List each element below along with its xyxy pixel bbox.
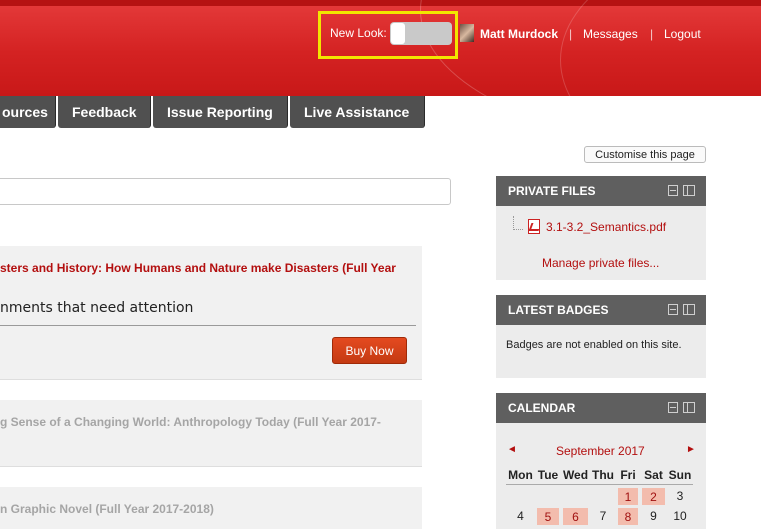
- header-separator: |: [650, 27, 654, 41]
- minimize-icon[interactable]: [668, 402, 678, 413]
- course-card: sters and History: How Humans and Nature…: [0, 246, 422, 380]
- private-file-link[interactable]: 3.1-3.2_Semantics.pdf: [546, 220, 666, 234]
- calendar-day-event[interactable]: 2: [642, 488, 665, 505]
- minimize-icon[interactable]: [668, 304, 678, 315]
- dock-icon[interactable]: [683, 185, 695, 196]
- pdf-file-icon: [528, 219, 540, 234]
- assignments-notice[interactable]: nments that need attention: [0, 300, 193, 316]
- new-look-label: New Look:: [330, 26, 387, 40]
- nav-tab-issue-reporting[interactable]: Issue Reporting: [153, 96, 288, 128]
- nav-tab-label: Live Assistance: [304, 104, 410, 120]
- weekday-header: Tue: [535, 466, 561, 485]
- course-card: g Sense of a Changing World: Anthropolog…: [0, 400, 422, 467]
- calendar-day: [506, 486, 535, 506]
- calendar-day-event[interactable]: 6: [563, 508, 588, 525]
- calendar-day: 4: [517, 509, 524, 523]
- new-look-toggle[interactable]: [390, 22, 452, 45]
- nav-tab-resources[interactable]: ources: [0, 96, 56, 128]
- nav-tab-live-assistance[interactable]: Live Assistance: [290, 96, 425, 128]
- customise-page-button[interactable]: Customise this page: [584, 146, 706, 163]
- weekday-header: Wed: [561, 466, 590, 485]
- calendar-day-event[interactable]: 1: [618, 488, 638, 505]
- manage-private-files-link[interactable]: Manage private files...: [542, 256, 659, 270]
- user-avatar[interactable]: [460, 24, 474, 42]
- calendar-week-row: 4 5 6 7 8 9 10: [506, 506, 693, 526]
- block-header: CALENDAR: [496, 393, 706, 423]
- block-header: LATEST BADGES: [496, 295, 706, 325]
- nav-tab-feedback[interactable]: Feedback: [58, 96, 151, 128]
- calendar-day: 9: [650, 509, 657, 523]
- weekday-header: Mon: [506, 466, 535, 485]
- header-swoosh-decoration: [560, 0, 761, 96]
- course-title-link[interactable]: n Graphic Novel (Full Year 2017-2018): [0, 502, 214, 516]
- buy-now-button[interactable]: Buy Now: [332, 337, 407, 364]
- dock-icon[interactable]: [683, 304, 695, 315]
- calendar-day: [590, 486, 616, 506]
- weekday-header: Thu: [590, 466, 616, 485]
- calendar-weekday-row: Mon Tue Wed Thu Fri Sat Sun: [506, 466, 693, 486]
- calendar-day-event[interactable]: 8: [618, 508, 638, 525]
- calendar-day: [535, 486, 561, 506]
- calendar-month-label: September 2017: [556, 444, 645, 458]
- calendar-day: 10: [673, 509, 687, 523]
- calendar-week-row: 1 2 3: [506, 486, 693, 506]
- block-title: PRIVATE FILES: [508, 184, 596, 198]
- badges-message: Badges are not enabled on this site.: [506, 339, 682, 351]
- messages-link[interactable]: Messages: [583, 27, 638, 41]
- course-divider: [0, 325, 416, 326]
- nav-tab-label: Feedback: [72, 104, 137, 120]
- dock-icon[interactable]: [683, 402, 695, 413]
- block-title: CALENDAR: [508, 401, 576, 415]
- calendar-grid: Mon Tue Wed Thu Fri Sat Sun 1 2 3 4 5 6 …: [506, 466, 693, 526]
- nav-tab-label: ources: [2, 104, 48, 120]
- tree-connector: [513, 216, 523, 230]
- course-title-link[interactable]: g Sense of a Changing World: Anthropolog…: [0, 415, 381, 429]
- weekday-header: Sat: [640, 466, 667, 485]
- block-header: PRIVATE FILES: [496, 176, 706, 206]
- weekday-header: Fri: [616, 466, 640, 485]
- course-card: n Graphic Novel (Full Year 2017-2018): [0, 487, 422, 529]
- user-name-link[interactable]: Matt Murdock: [480, 27, 558, 41]
- course-title-link[interactable]: sters and History: How Humans and Nature…: [0, 261, 396, 275]
- course-search-input[interactable]: [0, 178, 451, 205]
- calendar-day: 7: [599, 509, 607, 523]
- block-title: LATEST BADGES: [508, 303, 609, 317]
- calendar-next-icon[interactable]: ►: [686, 444, 696, 455]
- calendar-day: 3: [676, 489, 684, 503]
- nav-tab-label: Issue Reporting: [167, 104, 273, 120]
- header-separator: |: [569, 27, 573, 41]
- calendar-day-event[interactable]: 5: [537, 508, 559, 525]
- calendar-day: [561, 486, 590, 506]
- toggle-knob: [391, 23, 405, 44]
- weekday-header: Sun: [667, 466, 693, 485]
- logout-link[interactable]: Logout: [664, 27, 701, 41]
- calendar-prev-icon[interactable]: ◄: [507, 444, 517, 455]
- minimize-icon[interactable]: [668, 185, 678, 196]
- latest-badges-block: LATEST BADGES: [496, 295, 706, 378]
